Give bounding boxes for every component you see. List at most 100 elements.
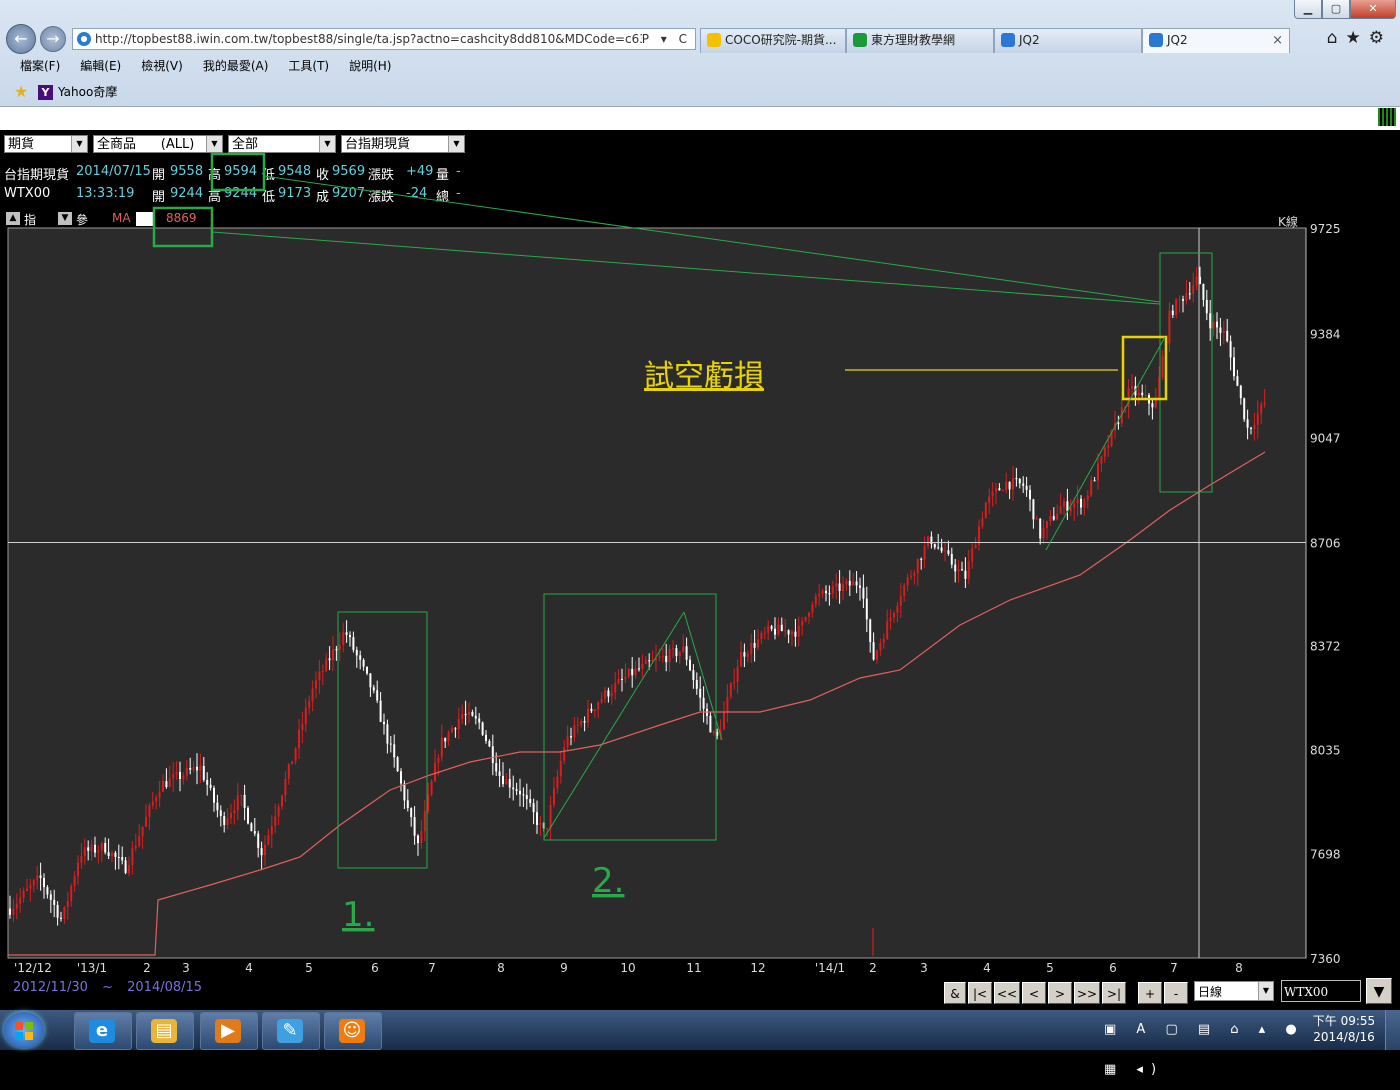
date-start: 2012/11/30 bbox=[13, 980, 88, 995]
quote-name: 台指期現貨 bbox=[4, 168, 70, 183]
taskbar-app-3[interactable]: ▶ bbox=[200, 1012, 258, 1050]
quote-high: 9244 bbox=[224, 186, 258, 201]
nav-button-2[interactable]: |< bbox=[968, 982, 992, 1004]
taskbar-app-4[interactable]: ✎ bbox=[262, 1012, 320, 1050]
quote-volume: - bbox=[456, 186, 461, 201]
menu-item-6[interactable]: 說明(H) bbox=[349, 55, 391, 77]
params-button[interactable]: 參數 bbox=[76, 211, 88, 245]
address-url: http://topbest88.iwin.com.tw/topbest88/s… bbox=[95, 32, 670, 46]
close-tab-icon[interactable]: × bbox=[1272, 29, 1283, 52]
quote-low: 9548 bbox=[278, 164, 312, 179]
selector-3[interactable]: 全部 ▼ bbox=[228, 135, 336, 153]
quote-low-label: 低 bbox=[262, 168, 276, 183]
nav-button-1[interactable]: & bbox=[944, 982, 966, 1004]
indicator-toggle-icon[interactable]: ▲ bbox=[6, 212, 20, 225]
chevron-down-icon[interactable]: ▼ bbox=[206, 136, 222, 152]
chevron-down-icon[interactable]: ▼ bbox=[71, 136, 87, 152]
selector-value: 期貨 bbox=[8, 137, 35, 152]
taskbar-app-5[interactable]: ☺ bbox=[324, 1012, 382, 1050]
quote-change: +49 bbox=[406, 164, 434, 179]
menu-item-4[interactable]: 我的最愛(A) bbox=[203, 55, 269, 77]
selector-value: 全商品 (ALL) bbox=[97, 137, 195, 152]
nav-button-6[interactable]: >> bbox=[1074, 982, 1100, 1004]
quote-high: 9594 bbox=[224, 164, 258, 179]
menu-item-1[interactable]: 檔案(F) bbox=[20, 55, 60, 77]
menu-item-3[interactable]: 檢視(V) bbox=[141, 55, 183, 77]
quote-close: 9207 bbox=[332, 186, 366, 201]
chevron-down-icon[interactable]: ▼ bbox=[319, 136, 335, 152]
ie-icon bbox=[1001, 33, 1015, 47]
favorites-star-icon[interactable]: ★ bbox=[1346, 28, 1369, 48]
quote-close-label: 成 bbox=[316, 190, 330, 205]
ma-value: 8869 bbox=[166, 211, 197, 225]
favorite-link-yahoo[interactable]: Yahoo奇摩 bbox=[58, 79, 117, 105]
messenger-icon: ☺ bbox=[339, 1019, 365, 1043]
menu-item-5[interactable]: 工具(T) bbox=[288, 55, 329, 77]
quote-date: 13:33:19 bbox=[76, 186, 135, 201]
minimize-button[interactable]: ▁ bbox=[1294, 0, 1322, 19]
tab-2[interactable]: 東方理財教學網 bbox=[846, 28, 994, 53]
yahoo-icon: Y bbox=[38, 85, 53, 100]
back-button[interactable]: ← bbox=[6, 24, 36, 54]
tab-4[interactable]: JQ2 × bbox=[1142, 28, 1290, 53]
ma-color-swatch bbox=[136, 212, 154, 226]
home-icon[interactable]: ⌂ bbox=[1327, 28, 1346, 48]
chart-type-label: K線 bbox=[1278, 215, 1298, 229]
tab-label: 東方理財教學網 bbox=[871, 33, 956, 47]
address-bar[interactable]: http://topbest88.iwin.com.tw/topbest88/s… bbox=[72, 28, 696, 50]
address-tools[interactable]: P ▾ C bbox=[641, 29, 691, 49]
tab-label: COCO研究院-期貨... bbox=[725, 33, 837, 47]
quote-high-label: 高 bbox=[208, 168, 222, 183]
ma-label: MA bbox=[112, 211, 131, 225]
toolbar-icons: ⌂★⚙ bbox=[1327, 28, 1392, 48]
clock[interactable]: 下午 09:55 2014/8/16 bbox=[1310, 1013, 1378, 1045]
ie-icon bbox=[1149, 33, 1163, 47]
chevron-down-icon[interactable]: ▼ bbox=[448, 136, 464, 152]
nav-button-5[interactable]: > bbox=[1048, 982, 1072, 1004]
quote-low-label: 低 bbox=[262, 190, 276, 205]
maximize-button[interactable]: ▢ bbox=[1322, 0, 1350, 19]
add-favorite-star-icon[interactable]: ★ bbox=[14, 79, 28, 105]
start-button[interactable] bbox=[4, 1012, 44, 1048]
system-tray[interactable]: ▣ A ▢ ▤ ⌂ ▴ ● ▦ ◂) bbox=[1104, 1010, 1316, 1077]
quote-close: 9569 bbox=[332, 164, 366, 179]
nav-button-8[interactable]: + bbox=[1138, 982, 1162, 1004]
params-toggle-icon[interactable]: ▼ bbox=[58, 212, 72, 225]
quote-close-label: 收 bbox=[316, 168, 330, 183]
symbol-dropdown-chevron-icon[interactable]: ▼ bbox=[1366, 978, 1392, 1004]
taskbar-app-2[interactable]: ▤ bbox=[136, 1012, 194, 1050]
close-button[interactable]: ✕ bbox=[1350, 0, 1396, 19]
quote-date: 2014/07/15 bbox=[76, 164, 151, 179]
quote-name: WTX00 bbox=[4, 186, 51, 201]
period-select[interactable]: 日線 ▼ bbox=[1194, 981, 1274, 1001]
page-top-strip bbox=[0, 106, 1400, 131]
quote-low: 9173 bbox=[278, 186, 312, 201]
taskbar-app-1[interactable]: e bbox=[74, 1012, 132, 1050]
chevron-down-icon[interactable]: ▼ bbox=[1258, 982, 1273, 1000]
forward-button[interactable]: → bbox=[40, 26, 66, 52]
menu-item-2[interactable]: 編輯(E) bbox=[80, 55, 121, 77]
selector-4[interactable]: 台指期現貨 ▼ bbox=[341, 135, 465, 153]
nav-button-7[interactable]: >| bbox=[1102, 982, 1126, 1004]
symbol-input[interactable]: WTX00 bbox=[1281, 980, 1361, 1002]
nav-button-4[interactable]: < bbox=[1022, 982, 1046, 1004]
selector-1[interactable]: 期貨 ▼ bbox=[4, 135, 88, 153]
selector-value: 台指期現貨 bbox=[345, 137, 411, 152]
paint-icon: ✎ bbox=[277, 1019, 303, 1043]
tab-1[interactable]: COCO研究院-期貨... bbox=[700, 28, 846, 53]
window-controls: ▁ ▢ ✕ bbox=[1294, 0, 1396, 19]
quote-open-label: 開 bbox=[152, 190, 166, 205]
tab-3[interactable]: JQ2 bbox=[994, 28, 1142, 53]
explorer-icon: ▤ bbox=[151, 1019, 177, 1043]
nav-button-9[interactable]: - bbox=[1164, 982, 1188, 1004]
indicator-button[interactable]: 指標 bbox=[24, 211, 36, 245]
gear-icon[interactable]: ⚙ bbox=[1369, 28, 1392, 48]
show-desktop-button[interactable] bbox=[1385, 1010, 1400, 1050]
nav-button-3[interactable]: << bbox=[994, 982, 1020, 1004]
page-icon bbox=[77, 32, 91, 46]
selector-2[interactable]: 全商品 (ALL) ▼ bbox=[93, 135, 223, 153]
grid-icon[interactable] bbox=[1378, 108, 1396, 126]
selector-value: 全部 bbox=[232, 137, 259, 152]
clock-date: 2014/8/16 bbox=[1313, 1030, 1375, 1044]
date-end: 2014/08/15 bbox=[127, 980, 203, 995]
